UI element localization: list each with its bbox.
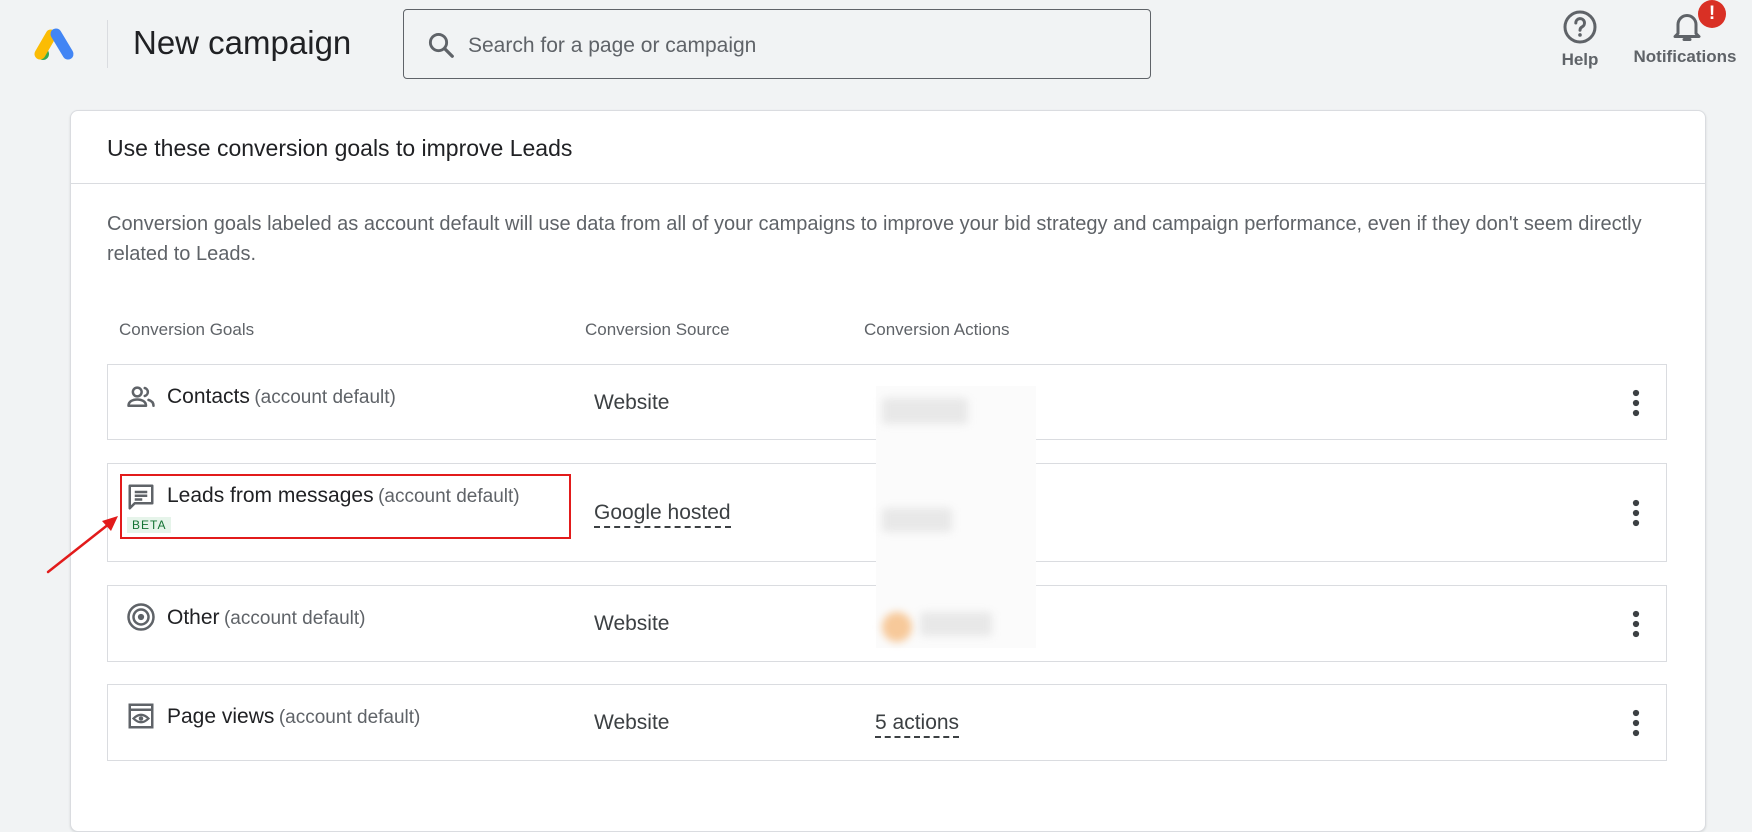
target-icon (127, 603, 155, 631)
notification-badge: ! (1698, 0, 1726, 28)
conversion-source: Website (594, 711, 670, 734)
goal-label: Page views (account default) (167, 705, 420, 729)
more-vert-icon[interactable] (1630, 708, 1642, 738)
notifications-label: Notifications (1633, 47, 1737, 66)
search-bar[interactable]: Search for a page or campaign (403, 9, 1151, 79)
conversion-actions-link[interactable]: 5 actions (875, 711, 960, 738)
help-icon (1563, 10, 1597, 44)
people-icon (127, 386, 155, 407)
annotation-arrow-icon (46, 516, 118, 574)
search-input[interactable]: Search for a page or campaign (468, 34, 756, 58)
goal-row-page-views[interactable]: Page views (account default) Website 5 a… (107, 684, 1667, 761)
redacted-action (882, 398, 968, 424)
highlight-box (120, 474, 571, 539)
search-icon (428, 32, 454, 58)
notifications-button[interactable]: ! Notifications (1624, 0, 1746, 74)
page-view-icon (128, 703, 154, 729)
more-vert-icon[interactable] (1630, 609, 1642, 639)
goal-label: Contacts (account default) (167, 385, 396, 409)
more-vert-icon[interactable] (1630, 498, 1642, 528)
conversion-source-link[interactable]: Google hosted (594, 501, 731, 528)
goal-label: Other (account default) (167, 606, 366, 630)
goal-suffix: (account default) (278, 707, 421, 728)
goal-suffix: (account default) (223, 608, 366, 629)
card-description: Conversion goals labeled as account defa… (107, 213, 1642, 265)
conversion-source: Website (594, 612, 670, 635)
column-header-source: Conversion Source (585, 320, 730, 339)
redacted-action (920, 612, 992, 636)
help-label: Help (1561, 50, 1599, 69)
redacted-action (882, 508, 952, 532)
column-header-actions: Conversion Actions (864, 320, 1010, 339)
goal-name: Contacts (167, 385, 250, 408)
more-vert-icon[interactable] (1630, 388, 1642, 418)
top-bar: New campaign Search for a page or campai… (0, 0, 1752, 92)
header-divider (107, 20, 108, 68)
column-header-goals: Conversion Goals (119, 320, 255, 339)
goal-suffix: (account default) (254, 387, 396, 408)
conversion-source: Website (594, 391, 670, 414)
page-title: New campaign (133, 24, 352, 61)
goal-name: Page views (167, 705, 275, 728)
card-divider (71, 183, 1705, 184)
help-button[interactable]: Help (1542, 6, 1618, 74)
redacted-conversion-actions (876, 386, 1036, 648)
google-ads-logo-icon[interactable] (34, 26, 76, 62)
card-title: Use these conversion goals to improve Le… (107, 135, 573, 161)
goal-name: Other (167, 606, 220, 629)
redacted-action-icon (882, 612, 912, 642)
